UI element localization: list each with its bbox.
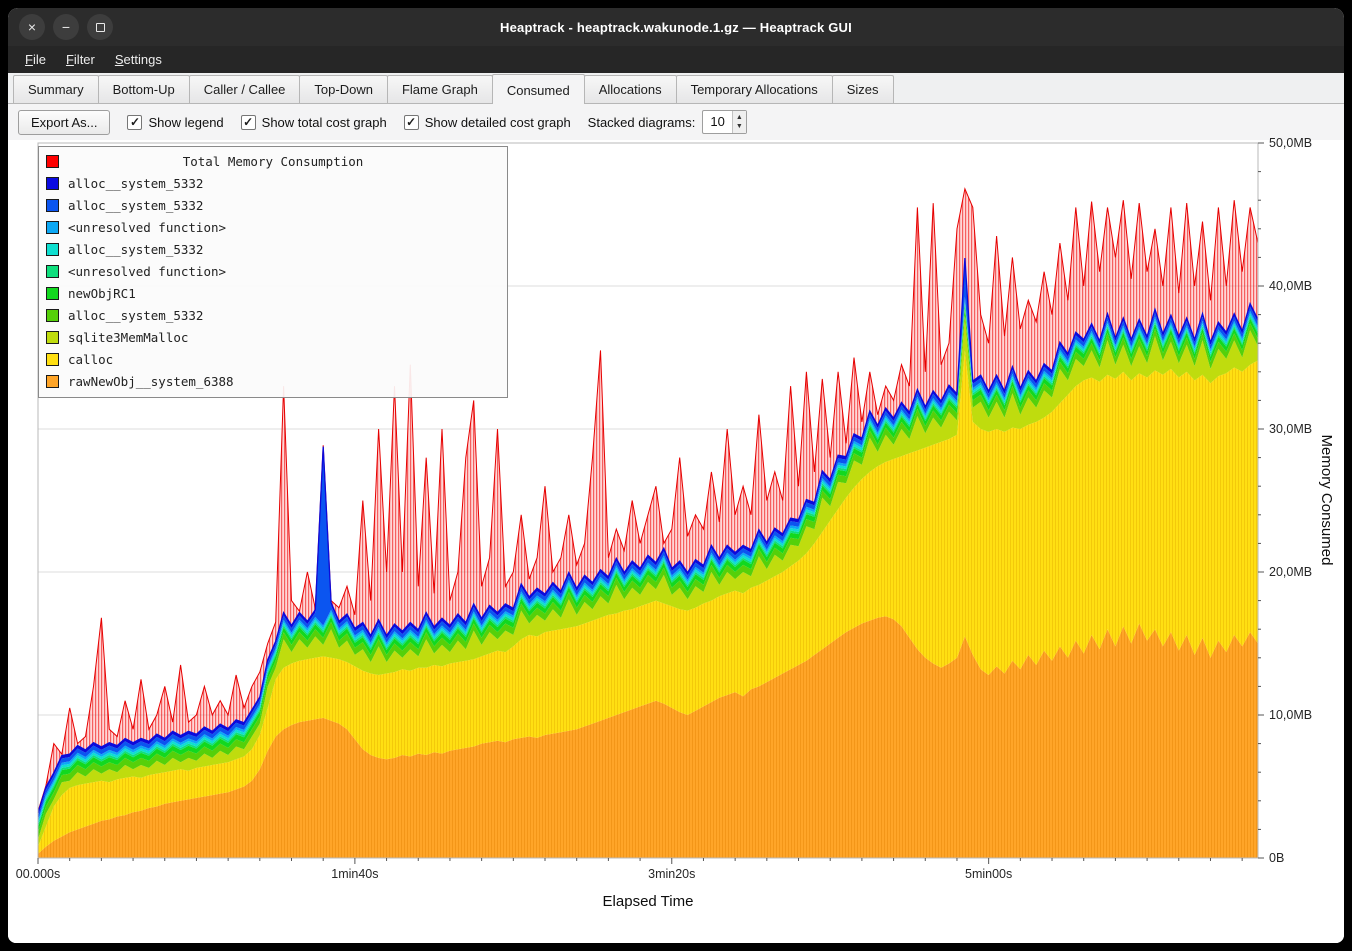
legend-swatch [46, 265, 59, 278]
tab-caller-callee[interactable]: Caller / Callee [189, 75, 301, 103]
titlebar: × − Heaptrack - heaptrack.wakunode.1.gz … [8, 8, 1344, 46]
y-axis-tick-label: 30,0MB [1269, 422, 1312, 436]
y-axis-title: Memory Consumed [1318, 435, 1335, 566]
tab-flame-graph[interactable]: Flame Graph [387, 75, 493, 103]
export-as-button[interactable]: Export As... [18, 110, 110, 135]
legend-swatch [46, 309, 59, 322]
legend-label: calloc [68, 352, 113, 367]
legend-label: newObjRC1 [68, 286, 136, 301]
legend-label: alloc__system_5332 [68, 242, 203, 257]
checkbox-box[interactable]: ✓ [404, 115, 419, 130]
legend-swatch [46, 243, 59, 256]
checkbox-show-legend[interactable]: ✓ Show legend [127, 115, 223, 130]
y-axis-tick-label: 0B [1269, 851, 1284, 865]
minimize-button[interactable]: − [53, 14, 79, 40]
x-axis-tick-label: 3min20s [648, 867, 695, 881]
legend-item: calloc [46, 348, 500, 370]
spin-up-icon[interactable]: ▲ [733, 113, 746, 122]
menu-file[interactable]: File [16, 49, 55, 70]
tab-bottom-up[interactable]: Bottom-Up [98, 75, 190, 103]
chart-area: Total Memory Consumption alloc__system_53… [8, 140, 1344, 943]
x-axis-title: Elapsed Time [603, 893, 694, 910]
menu-filter[interactable]: Filter [57, 49, 104, 70]
toolbar: Export As... ✓ Show legend ✓ Show total cos… [8, 104, 1344, 140]
y-axis-tick-label: 40,0MB [1269, 279, 1312, 293]
legend-label: alloc__system_5332 [68, 308, 203, 323]
checkbox-show-detailed-cost-graph[interactable]: ✓ Show detailed cost graph [404, 115, 571, 130]
spinbox-value: 10 [703, 111, 731, 133]
legend-item: newObjRC1 [46, 282, 500, 304]
legend-swatch [46, 199, 59, 212]
legend-swatch [46, 287, 59, 300]
legend-label: alloc__system_5332 [68, 176, 203, 191]
checkbox-label: Show legend [148, 115, 223, 130]
legend-swatch [46, 221, 59, 234]
spinbox-buttons: ▲ ▼ [732, 111, 746, 133]
tab-bar: SummaryBottom-UpCaller / CalleeTop-DownF… [8, 73, 1344, 104]
legend-item: <unresolved function> [46, 260, 500, 282]
legend-label: alloc__system_5332 [68, 198, 203, 213]
legend-swatch [46, 155, 59, 168]
checkbox-box[interactable]: ✓ [127, 115, 142, 130]
close-icon: × [28, 20, 36, 34]
legend-item: rawNewObj__system_6388 [46, 370, 500, 392]
checkbox-label: Show detailed cost graph [425, 115, 571, 130]
checkbox-box[interactable]: ✓ [241, 115, 256, 130]
checkbox-group: ✓ Show legend ✓ Show total cost graph ✓ Show … [127, 115, 570, 130]
legend-title-row: Total Memory Consumption [46, 150, 500, 172]
tab-temporary-allocations[interactable]: Temporary Allocations [676, 75, 833, 103]
tab-top-down[interactable]: Top-Down [299, 75, 388, 103]
legend-item: <unresolved function> [46, 216, 500, 238]
stacked-diagrams-spinbox[interactable]: 10 ▲ ▼ [702, 110, 746, 134]
window-controls: × − [19, 14, 113, 40]
menu-settings[interactable]: Settings [106, 49, 171, 70]
menu-bar: FileFilterSettings [8, 46, 1344, 73]
x-axis-tick-label: 00.000s [16, 867, 60, 881]
legend-item: alloc__system_5332 [46, 238, 500, 260]
spin-down-icon[interactable]: ▼ [733, 122, 746, 131]
legend-label: <unresolved function> [68, 220, 226, 235]
y-axis-tick-label: 20,0MB [1269, 565, 1312, 579]
legend-label: <unresolved function> [68, 264, 226, 279]
legend-swatch [46, 177, 59, 190]
minimize-icon: − [62, 20, 70, 34]
tab-allocations[interactable]: Allocations [584, 75, 677, 103]
checkbox-show-total-cost-graph[interactable]: ✓ Show total cost graph [241, 115, 387, 130]
window-title: Heaptrack - heaptrack.wakunode.1.gz — He… [500, 20, 852, 35]
tab-summary[interactable]: Summary [13, 75, 99, 103]
tab-consumed[interactable]: Consumed [492, 74, 585, 104]
legend-label: sqlite3MemMalloc [68, 330, 188, 345]
checkbox-label: Show total cost graph [262, 115, 387, 130]
legend-label: rawNewObj__system_6388 [68, 374, 234, 389]
stacked-diagrams-control: Stacked diagrams: 10 ▲ ▼ [588, 110, 747, 134]
x-axis-tick-label: 5min00s [965, 867, 1012, 881]
legend-item: alloc__system_5332 [46, 304, 500, 326]
legend-swatch [46, 331, 59, 344]
legend-item: alloc__system_5332 [46, 172, 500, 194]
tab-sizes[interactable]: Sizes [832, 75, 894, 103]
legend-item: sqlite3MemMalloc [46, 326, 500, 348]
x-axis-tick-label: 1min40s [331, 867, 378, 881]
y-axis-tick-label: 50,0MB [1269, 136, 1312, 150]
legend-label: Total Memory Consumption [183, 154, 364, 169]
maximize-icon [96, 23, 105, 32]
maximize-button[interactable] [87, 14, 113, 40]
legend-swatch [46, 375, 59, 388]
stacked-diagrams-label: Stacked diagrams: [588, 115, 696, 130]
y-axis-tick-label: 10,0MB [1269, 708, 1312, 722]
close-button[interactable]: × [19, 14, 45, 40]
application-window: × − Heaptrack - heaptrack.wakunode.1.gz … [8, 8, 1344, 943]
legend-swatch [46, 353, 59, 366]
chart-legend: Total Memory Consumption alloc__system_53… [38, 146, 508, 398]
legend-item: alloc__system_5332 [46, 194, 500, 216]
